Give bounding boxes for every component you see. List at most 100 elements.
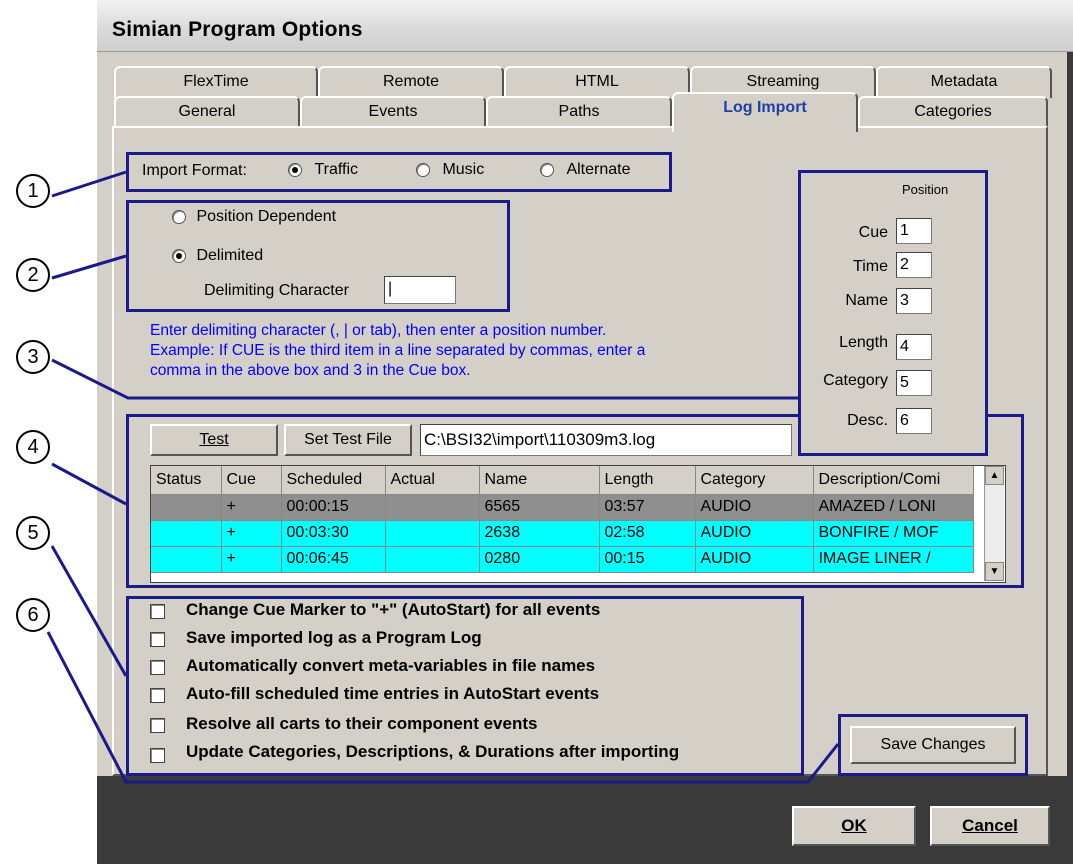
scroll-up-icon[interactable]: ▲ xyxy=(985,466,1004,485)
tab-html[interactable]: HTML xyxy=(504,66,690,98)
name-label: Name xyxy=(845,292,888,309)
col-scheduled[interactable]: Scheduled xyxy=(281,466,386,495)
table-row[interactable]: + 00:00:15 6565 03:57 AUDIO AMAZED / LON… xyxy=(151,494,974,521)
cell-cue: + xyxy=(221,494,282,521)
category-label: Category xyxy=(823,372,888,389)
radio-traffic[interactable]: Traffic xyxy=(288,161,358,179)
radio-delimited[interactable]: Delimited xyxy=(172,247,263,265)
cell-description: BONFIRE / MOF xyxy=(813,520,974,547)
checkbox-auto-fill-scheduled-time[interactable] xyxy=(150,688,165,703)
radio-music-dot[interactable] xyxy=(416,162,430,177)
test-button[interactable]: Test xyxy=(150,424,278,456)
col-name[interactable]: Name xyxy=(479,466,600,495)
cell-name: 6565 xyxy=(479,494,600,521)
cell-actual xyxy=(385,520,480,547)
radio-position-dependent-label: Position Dependent xyxy=(196,208,337,225)
time-label: Time xyxy=(853,258,888,275)
cell-name: 0280 xyxy=(479,546,600,573)
radio-music[interactable]: Music xyxy=(416,161,484,179)
category-position-input[interactable]: 5 xyxy=(896,370,932,396)
scroll-down-icon[interactable]: ▼ xyxy=(985,562,1004,581)
cue-position-input[interactable]: 1 xyxy=(896,218,932,244)
col-description[interactable]: Description/Comi xyxy=(813,466,974,495)
col-status[interactable]: Status xyxy=(151,466,222,495)
checkbox-update-categories[interactable] xyxy=(150,748,165,763)
col-actual[interactable]: Actual xyxy=(385,466,480,495)
radio-music-label: Music xyxy=(442,161,485,178)
time-position-input[interactable]: 2 xyxy=(896,252,932,278)
tab-categories[interactable]: Categories xyxy=(858,96,1048,128)
length-label: Length xyxy=(839,334,888,351)
checkbox-change-cue-marker[interactable] xyxy=(150,604,165,619)
checkbox-auto-fill-scheduled-time-label: Auto-fill scheduled time entries in Auto… xyxy=(186,684,600,703)
col-length[interactable]: Length xyxy=(599,466,696,495)
checkbox-change-cue-marker-label: Change Cue Marker to "+" (AutoStart) for… xyxy=(186,600,601,619)
grid-header-row: Status Cue Scheduled Actual Name Length … xyxy=(151,466,974,495)
callout-1: 1 xyxy=(16,174,50,208)
save-changes-button[interactable]: Save Changes xyxy=(850,726,1016,764)
length-position-input[interactable]: 4 xyxy=(896,334,932,360)
name-position-input[interactable]: 3 xyxy=(896,288,932,314)
callout-2: 2 xyxy=(16,258,50,292)
callout-4: 4 xyxy=(16,430,50,464)
test-button-label: Test xyxy=(199,431,229,448)
cell-name: 2638 xyxy=(479,520,600,547)
cell-description: IMAGE LINER / xyxy=(813,546,974,573)
help-text-line-3: comma in the above box and 3 in the Cue … xyxy=(150,362,471,379)
cancel-button-label: Cancel xyxy=(962,816,1018,835)
dialog-footer xyxy=(97,776,1073,864)
cell-scheduled: 00:03:30 xyxy=(281,520,386,547)
set-test-file-button[interactable]: Set Test File xyxy=(284,424,412,456)
cell-length: 02:58 xyxy=(599,520,696,547)
callout-3: 3 xyxy=(16,340,50,374)
help-text-line-1: Enter delimiting character (, | or tab),… xyxy=(150,322,607,339)
radio-position-dependent-dot[interactable] xyxy=(172,209,186,224)
tab-paths[interactable]: Paths xyxy=(486,96,672,128)
cue-label: Cue xyxy=(858,224,888,241)
test-file-path-input[interactable]: C:\BSI32\import\110309m3.log xyxy=(420,424,792,456)
checkbox-save-as-program-log-label: Save imported log as a Program Log xyxy=(186,628,482,647)
ok-button[interactable]: OK xyxy=(792,806,916,846)
delimiting-character-label: Delimiting Character xyxy=(204,282,349,299)
tab-metadata[interactable]: Metadata xyxy=(876,66,1052,98)
radio-alternate-label: Alternate xyxy=(566,161,631,178)
radio-delimited-dot[interactable] xyxy=(172,248,186,263)
cell-status xyxy=(151,494,222,521)
tab-log-import[interactable]: Log Import xyxy=(672,92,858,132)
grid-scrollbar[interactable]: ▲ ▼ xyxy=(984,466,1004,581)
cell-cue: + xyxy=(221,520,282,547)
cell-length: 00:15 xyxy=(599,546,696,573)
cell-category: AUDIO xyxy=(695,494,814,521)
col-category[interactable]: Category xyxy=(695,466,814,495)
radio-alternate[interactable]: Alternate xyxy=(540,161,631,179)
checkbox-save-as-program-log[interactable] xyxy=(150,632,165,647)
tab-general[interactable]: General xyxy=(114,96,300,128)
desc-position-input[interactable]: 6 xyxy=(896,408,932,434)
delimiting-character-input[interactable]: | xyxy=(384,276,456,304)
cell-description: AMAZED / LONI xyxy=(813,494,974,521)
radio-traffic-dot[interactable] xyxy=(288,162,302,177)
desc-label: Desc. xyxy=(847,412,888,429)
ok-button-label: OK xyxy=(841,816,867,835)
checkbox-resolve-carts[interactable] xyxy=(150,718,165,733)
cancel-button[interactable]: Cancel xyxy=(930,806,1050,846)
help-text-line-2: Example: If CUE is the third item in a l… xyxy=(150,342,646,359)
callout-6: 6 xyxy=(16,598,50,632)
table-row[interactable]: + 00:03:30 2638 02:58 AUDIO BONFIRE / MO… xyxy=(151,520,974,547)
tab-flextime[interactable]: FlexTime xyxy=(114,66,318,98)
table-row[interactable]: + 00:06:45 0280 00:15 AUDIO IMAGE LINER … xyxy=(151,546,974,573)
checkbox-convert-meta-variables[interactable] xyxy=(150,660,165,675)
radio-traffic-label: Traffic xyxy=(314,161,359,178)
checkbox-convert-meta-variables-label: Automatically convert meta-variables in … xyxy=(186,656,596,675)
col-cue[interactable]: Cue xyxy=(221,466,282,495)
checkbox-resolve-carts-label: Resolve all carts to their component eve… xyxy=(186,714,538,733)
radio-alternate-dot[interactable] xyxy=(540,162,554,177)
radio-position-dependent[interactable]: Position Dependent xyxy=(172,208,336,226)
preview-grid[interactable]: Status Cue Scheduled Actual Name Length … xyxy=(150,465,1006,583)
cell-actual xyxy=(385,546,480,573)
radio-delimited-label: Delimited xyxy=(196,247,264,264)
tab-remote[interactable]: Remote xyxy=(318,66,504,98)
cell-actual xyxy=(385,494,480,521)
tab-events[interactable]: Events xyxy=(300,96,486,128)
cell-status xyxy=(151,520,222,547)
